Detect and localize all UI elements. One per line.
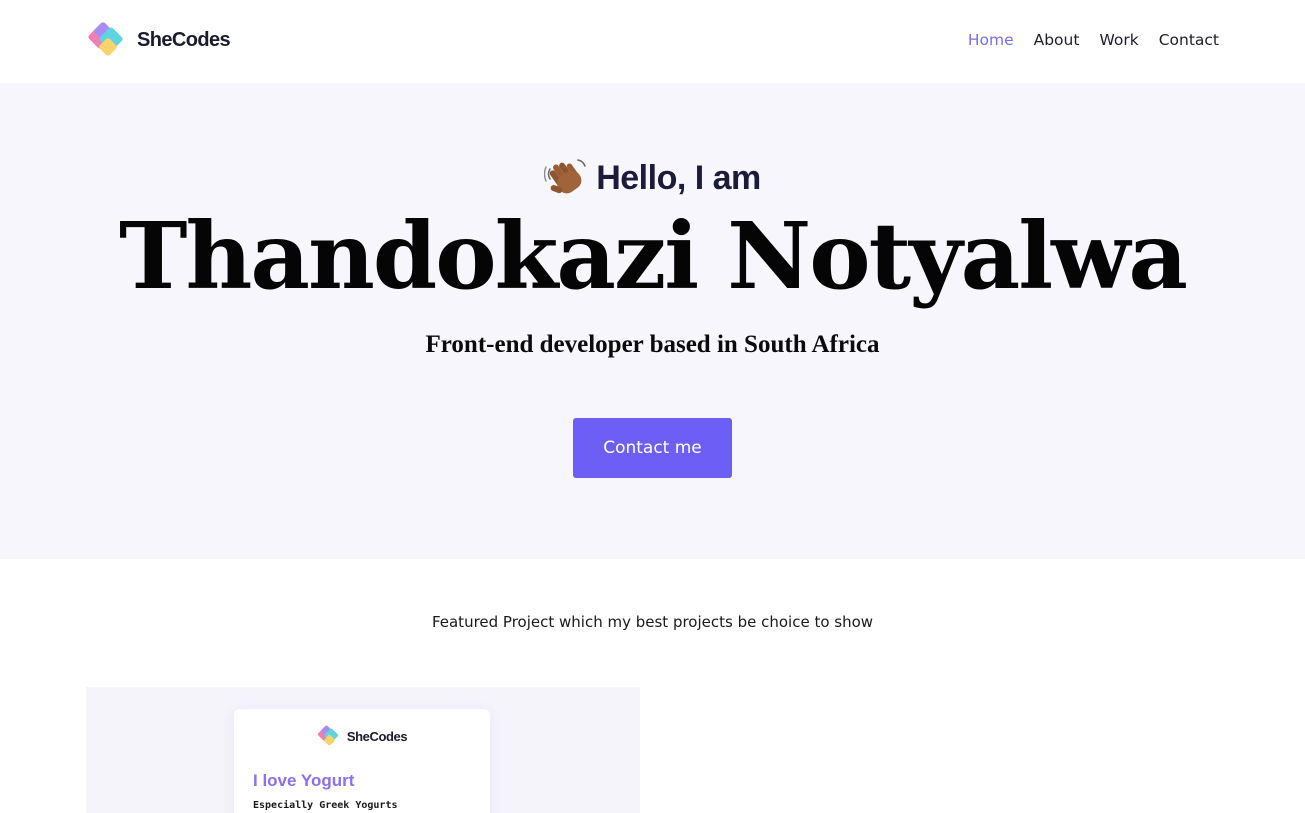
nav-link-contact[interactable]: Contact [1159, 31, 1219, 49]
hero-name-heading: Thandokazi Notyalwa [119, 202, 1188, 310]
nav-link-about[interactable]: About [1034, 31, 1080, 49]
brand-logo-link[interactable]: SheCodes [87, 20, 231, 60]
project-subtitle: Especially Greek Yogurts [253, 800, 398, 811]
hero-section: Hello, I am Thandokazi Notyalwa Front-en… [0, 83, 1305, 559]
featured-caption: Featured Project which my best projects … [431, 613, 874, 631]
nav-link-home[interactable]: Home [968, 31, 1014, 49]
hero-subtitle: Front-end developer based in South Afric… [425, 331, 880, 358]
card-brand: SheCodes [234, 724, 490, 748]
shecodes-logo-icon [317, 725, 338, 746]
nav-link-work[interactable]: Work [1099, 31, 1138, 49]
contact-me-button[interactable]: Contact me [573, 418, 732, 478]
waving-hand-icon [544, 159, 587, 194]
featured-project-preview[interactable]: SheCodes I love Yogurt Especially Greek … [86, 687, 640, 813]
hero-greeting: Hello, I am [0, 156, 1305, 200]
nav-links: Home About Work Contact [968, 31, 1219, 49]
brand-name: SheCodes [137, 28, 231, 51]
navbar: SheCodes Home About Work Contact [0, 0, 1305, 83]
greeting-text: Hello, I am [596, 158, 761, 197]
card-brand-name: SheCodes [346, 728, 408, 744]
project-title: I love Yogurt [253, 771, 355, 790]
shecodes-logo-icon [88, 22, 123, 56]
project-card: SheCodes I love Yogurt Especially Greek … [234, 709, 490, 813]
